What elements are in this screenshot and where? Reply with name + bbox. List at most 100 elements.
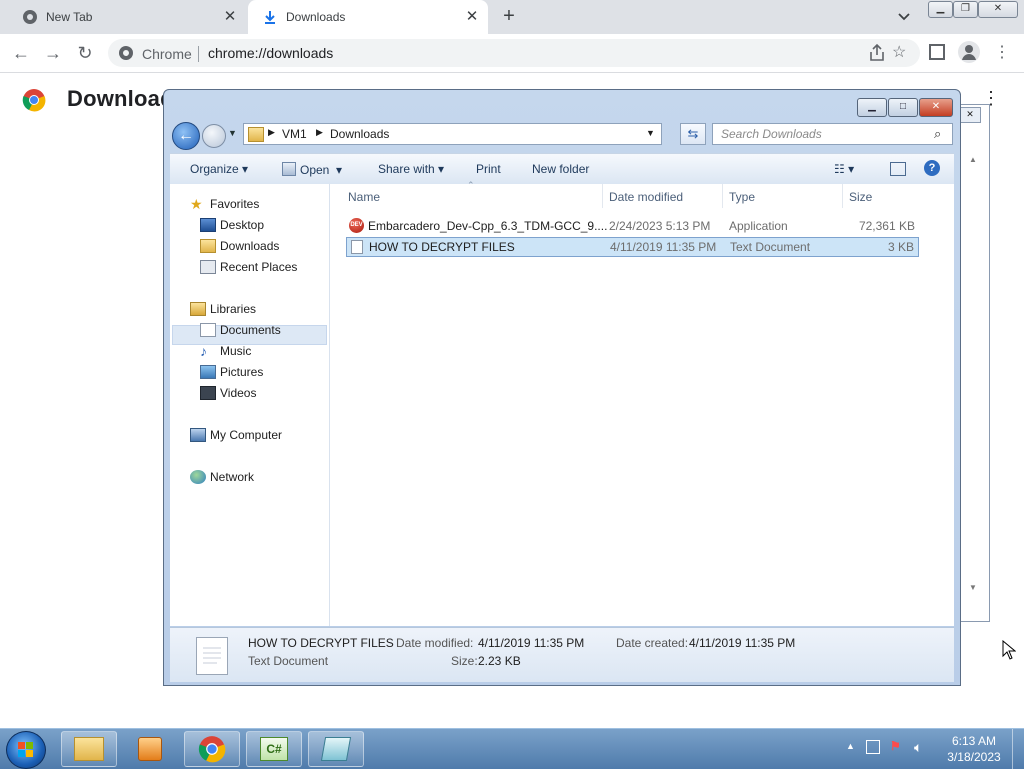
file-list: ⌃ Name Date modified Type Size DEV Embar… xyxy=(330,180,954,626)
nav-label: Music xyxy=(220,344,252,358)
nav-my-computer[interactable]: My Computer xyxy=(190,425,282,445)
chevron-down-icon[interactable]: ▼ xyxy=(646,128,655,138)
search-icon[interactable]: ⌕ xyxy=(934,126,941,142)
share-with-button[interactable]: Share with ▾ xyxy=(378,162,444,176)
computer-icon xyxy=(190,428,206,442)
media-player-icon xyxy=(138,737,162,761)
details-file-kind: Text Document xyxy=(248,654,329,668)
close-icon[interactable]: ✕ xyxy=(919,98,953,117)
file-type: Text Document xyxy=(730,240,811,254)
organize-button[interactable]: Organize ▾ xyxy=(190,162,248,176)
view-options-icon[interactable]: ☷ ▾ xyxy=(834,162,854,176)
help-icon[interactable]: ? xyxy=(924,160,940,176)
back-icon[interactable]: ← xyxy=(10,42,32,64)
nav-network[interactable]: Network xyxy=(190,467,254,487)
maximize-icon[interactable]: □ xyxy=(888,98,918,117)
chevron-down-icon[interactable] xyxy=(894,8,914,26)
kebab-menu-icon[interactable]: ⋮ xyxy=(991,42,1013,64)
explorer-address-bar[interactable]: ▶ VM1 ▶ Downloads ▼ xyxy=(243,123,662,145)
text-document-icon xyxy=(351,240,363,254)
restore-icon[interactable]: ❐ xyxy=(953,1,978,18)
breadcrumb-vm1[interactable]: VM1 xyxy=(282,127,307,141)
column-header-name[interactable]: Name xyxy=(348,190,380,204)
refresh-icon[interactable]: ⇆ xyxy=(680,123,706,145)
taskbar-explorer-button[interactable] xyxy=(61,731,117,767)
new-tab-button[interactable]: + xyxy=(498,6,520,28)
minimize-icon[interactable]: ▁ xyxy=(857,98,887,117)
folder-icon xyxy=(74,737,104,761)
scroll-down-icon[interactable]: ▼ xyxy=(969,583,977,592)
chevron-right-icon[interactable]: ▶ xyxy=(268,127,275,138)
share-label: Share with xyxy=(378,162,435,176)
details-size-label: Size: xyxy=(451,654,478,668)
nav-recent-places[interactable]: Recent Places xyxy=(200,257,297,277)
nav-label: Network xyxy=(210,470,255,484)
nav-label: Pictures xyxy=(220,365,264,379)
taskbar-chrome-button[interactable] xyxy=(184,731,240,767)
column-header-type[interactable]: Type xyxy=(729,190,755,204)
nav-downloads-label[interactable]: Downloads xyxy=(200,236,279,256)
network-tray-icon[interactable] xyxy=(866,740,880,754)
print-button[interactable]: Print xyxy=(476,162,501,176)
column-divider[interactable] xyxy=(602,184,603,208)
recent-places-icon xyxy=(200,260,216,274)
profile-avatar-icon[interactable] xyxy=(958,41,980,63)
close-icon[interactable]: ✕ xyxy=(959,107,981,123)
taskbar-media-player-button[interactable] xyxy=(122,731,178,767)
reload-icon[interactable]: ↻ xyxy=(74,42,96,64)
column-header-date[interactable]: Date modified xyxy=(609,190,683,204)
open-button[interactable]: Open ▾ xyxy=(282,162,342,177)
taskbar-csharp-button[interactable]: C# xyxy=(246,731,302,767)
details-created-label: Date created: xyxy=(616,636,689,650)
nav-favorites[interactable]: ★ Favorites xyxy=(190,194,259,214)
nav-desktop[interactable]: Desktop xyxy=(200,215,264,235)
tab-new-tab[interactable]: New Tab ✕ xyxy=(8,0,246,34)
breadcrumb-downloads[interactable]: Downloads xyxy=(330,127,389,141)
nav-documents[interactable]: Documents xyxy=(200,320,281,340)
file-row-selected[interactable]: HOW TO DECRYPT FILES 4/11/2019 11:35 PM … xyxy=(346,237,919,257)
details-file-name: HOW TO DECRYPT FILES xyxy=(248,636,394,650)
system-clock[interactable]: 6:13 AM 3/18/2023 xyxy=(946,733,1002,765)
preview-pane-icon[interactable] xyxy=(890,162,906,176)
share-icon[interactable] xyxy=(868,43,886,63)
recent-pages-icon[interactable]: ▼ xyxy=(228,128,237,138)
music-icon: ♪ xyxy=(200,343,207,359)
download-icon xyxy=(262,9,278,25)
page-title: Download xyxy=(67,86,174,111)
forward-arrow-icon[interactable] xyxy=(202,124,226,148)
start-button-icon[interactable] xyxy=(6,731,46,769)
side-panel-icon[interactable] xyxy=(929,44,945,60)
file-size: 72,361 KB xyxy=(858,219,915,233)
details-pane: HOW TO DECRYPT FILES Text Document Date … xyxy=(170,627,954,682)
close-tab-icon[interactable]: ✕ xyxy=(222,9,238,25)
search-input[interactable]: Search Downloads ⌕ xyxy=(712,123,953,145)
back-arrow-icon[interactable]: ← xyxy=(172,122,200,150)
nav-libraries[interactable]: Libraries xyxy=(190,299,256,319)
volume-icon[interactable]: 🔈︎ xyxy=(914,739,922,756)
taskbar-notepad-button[interactable] xyxy=(308,731,364,767)
column-header-size[interactable]: Size xyxy=(849,190,872,204)
show-hidden-icons-icon[interactable]: ▲ xyxy=(846,741,855,751)
site-label: Chrome xyxy=(142,46,192,62)
file-row[interactable]: DEV Embarcadero_Dev-Cpp_6.3_TDM-GCC_9...… xyxy=(346,216,919,236)
close-window-icon[interactable]: ✕ xyxy=(978,1,1018,18)
explorer-content: ★ Favorites Desktop Downloads Recent Plac… xyxy=(170,180,954,626)
star-icon[interactable]: ☆ xyxy=(892,42,906,62)
column-divider[interactable] xyxy=(722,184,723,208)
nav-videos[interactable]: Videos xyxy=(200,383,256,403)
url-text[interactable]: chrome://downloads xyxy=(208,45,333,61)
nav-music[interactable]: ♪ Music xyxy=(200,341,251,361)
address-bar[interactable]: Chrome chrome://downloads ☆ xyxy=(108,39,920,67)
forward-icon[interactable]: → xyxy=(42,42,64,64)
minimize-icon[interactable]: ▁ xyxy=(928,1,953,18)
chevron-right-icon[interactable]: ▶ xyxy=(316,127,323,138)
new-folder-button[interactable]: New folder xyxy=(532,162,589,176)
scroll-up-icon[interactable]: ▲ xyxy=(969,155,977,164)
action-center-icon[interactable]: ⚑ xyxy=(890,739,901,753)
show-desktop-button[interactable] xyxy=(1012,729,1024,769)
file-date: 4/11/2019 11:35 PM xyxy=(610,240,717,254)
tab-downloads[interactable]: Downloads ✕ xyxy=(248,0,488,34)
column-divider[interactable] xyxy=(842,184,843,208)
nav-pictures[interactable]: Pictures xyxy=(200,362,263,382)
close-tab-icon[interactable]: ✕ xyxy=(464,9,480,25)
